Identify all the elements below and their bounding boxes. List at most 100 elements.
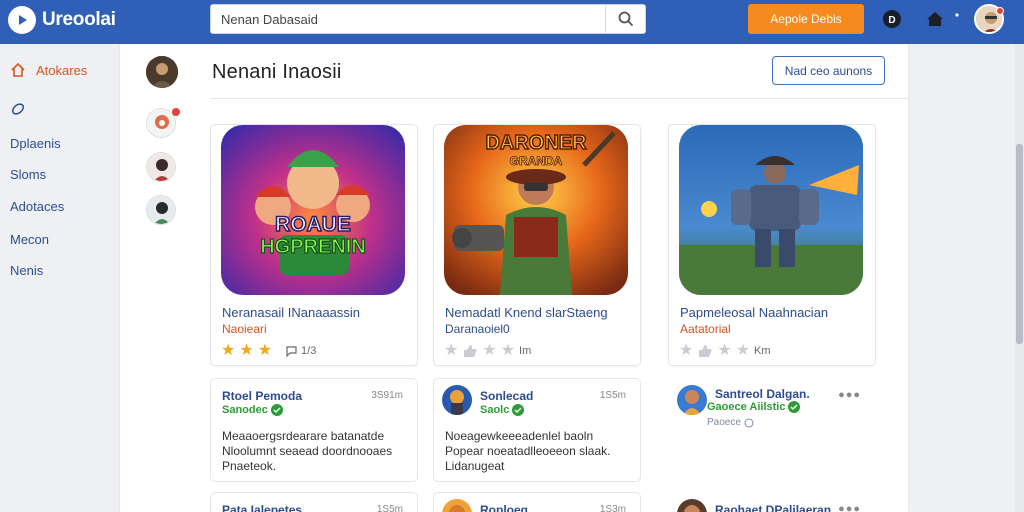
game-card[interactable]: DARONER GRANDA Nemadatl Knend slarStaeng… bbox=[433, 124, 641, 366]
review-time: 1S3m bbox=[599, 504, 626, 512]
reviewer-name[interactable]: Sonlecad bbox=[480, 389, 533, 403]
friend-avatar[interactable] bbox=[146, 152, 176, 182]
search-icon bbox=[618, 11, 633, 27]
game-rating: ★ ★ ★ 1/3 bbox=[221, 343, 316, 359]
more-options-icon[interactable]: ●●● bbox=[838, 503, 861, 512]
sidebar-item-compass[interactable] bbox=[10, 101, 26, 117]
left-sidebar: Atokares Dplaenis Sloms Adotaces Mecon N… bbox=[0, 44, 120, 512]
header-cta-button[interactable]: Aepole Debis bbox=[748, 4, 864, 34]
rating-count: 1/3 bbox=[301, 345, 317, 357]
reviewer-avatar[interactable] bbox=[677, 499, 707, 512]
friend-online-badge bbox=[172, 108, 180, 116]
search-box bbox=[210, 4, 646, 34]
review-status: Sanodec bbox=[222, 404, 283, 416]
play-logo-icon bbox=[8, 6, 36, 34]
reviewer-avatar[interactable] bbox=[442, 385, 472, 415]
rating-count: Km bbox=[754, 345, 771, 357]
star-icon: ★ bbox=[257, 342, 273, 359]
game-art-image[interactable]: DARONER GRANDA bbox=[444, 125, 628, 295]
notification-badge bbox=[996, 7, 1004, 15]
page-action-button[interactable]: Nad ceo aunons bbox=[772, 56, 885, 85]
svg-text:D: D bbox=[888, 15, 895, 26]
review-body: Meaaoergsrdearare batanatde Nloolumnt se… bbox=[222, 429, 393, 473]
game-art-image[interactable] bbox=[679, 125, 863, 295]
page-scrollbar[interactable] bbox=[1015, 44, 1024, 512]
compass-icon bbox=[11, 103, 25, 115]
game-card[interactable]: ROAUE HGPRENIN Neranasail INanaaassin Na… bbox=[210, 124, 418, 366]
reviewer-name[interactable]: Raohaet DPalilaeran bbox=[715, 503, 831, 512]
page-title: Nenani Inaosii bbox=[212, 61, 342, 83]
review-status: Gaoece Aiilstic bbox=[707, 401, 801, 413]
more-icon[interactable] bbox=[952, 8, 962, 30]
review-meta: Paoece bbox=[707, 417, 754, 428]
reviewer-name[interactable]: Rtoel Pemoda bbox=[222, 389, 302, 403]
friend-avatar[interactable] bbox=[146, 195, 176, 225]
star-icon: ★ bbox=[717, 342, 732, 359]
star-icon: ★ bbox=[482, 342, 497, 359]
top-bar: Ureoolai Aepole Debis D bbox=[0, 0, 1024, 44]
rating-count: Im bbox=[519, 345, 532, 357]
star-icon: ★ bbox=[239, 342, 254, 359]
home-icon[interactable] bbox=[924, 8, 946, 30]
thumb-icon bbox=[464, 345, 477, 357]
game-card[interactable]: Papmeleosal Naahnacian Aatatorial ★ ★ ★ … bbox=[668, 124, 876, 366]
sidebar-item-nenis[interactable]: Nenis bbox=[10, 263, 43, 278]
game-title[interactable]: Papmeleosal Naahnacian bbox=[680, 305, 828, 320]
reviewer-avatar[interactable] bbox=[442, 499, 472, 512]
review-time: 3S91m bbox=[371, 390, 403, 401]
review-time: 1S5m bbox=[376, 504, 403, 512]
home-outline-icon bbox=[11, 62, 25, 77]
game-title[interactable]: Nemadatl Knend slarStaeng bbox=[445, 305, 608, 320]
sidebar-item-displays[interactable]: Dplaenis bbox=[10, 136, 61, 151]
sidebar-item-mecon[interactable]: Mecon bbox=[10, 232, 49, 247]
svg-text:GRANDA: GRANDA bbox=[510, 154, 563, 168]
search-input[interactable] bbox=[211, 5, 607, 33]
search-button[interactable] bbox=[605, 5, 645, 33]
star-icon: ★ bbox=[500, 342, 516, 359]
thumb-icon bbox=[699, 345, 712, 357]
review-status: Saolc bbox=[480, 404, 525, 416]
reviewer-name[interactable]: Pata Ialepetes bbox=[222, 503, 302, 512]
game-subtitle: Daranaoiel0 bbox=[445, 322, 510, 336]
review-card[interactable]: Roploeg 1S3m bbox=[433, 492, 641, 512]
review-card[interactable]: Rtoel Pemoda 3S91m Sanodec Meaaoergsrdea… bbox=[210, 378, 418, 482]
reviewer-avatar[interactable] bbox=[677, 385, 707, 415]
svg-text:ROAUE: ROAUE bbox=[275, 213, 351, 236]
star-icon: ★ bbox=[444, 342, 459, 359]
review-card[interactable]: Raohaet DPalilaeran ●●● bbox=[668, 492, 876, 512]
review-body: Noeagewkeeeadenlel baoln Popear noeatadl… bbox=[445, 429, 611, 473]
brand-logo[interactable]: Ureoolai bbox=[8, 6, 116, 34]
sidebar-item-slots[interactable]: Sloms bbox=[10, 167, 46, 182]
verified-check-icon bbox=[512, 404, 525, 416]
scrollbar-thumb[interactable] bbox=[1016, 144, 1023, 344]
review-card[interactable]: Sonlecad 1S5m Saolc Noeagewkeeeadenlel b… bbox=[433, 378, 641, 482]
svg-text:HGPRENIN: HGPRENIN bbox=[260, 236, 366, 258]
brand-name: Ureoolai bbox=[42, 9, 116, 30]
game-rating: ★ ★ ★ Km bbox=[679, 343, 771, 359]
game-art-image[interactable]: ROAUE HGPRENIN bbox=[221, 125, 405, 295]
sidebar-item-home[interactable]: Atokares bbox=[10, 62, 87, 78]
review-card[interactable]: Pata Ialepetes 1S5m bbox=[210, 492, 418, 512]
star-icon: ★ bbox=[679, 342, 694, 359]
reviewer-name[interactable]: Santreol Dalgan. bbox=[715, 387, 810, 401]
more-options-icon[interactable]: ●●● bbox=[838, 389, 861, 401]
info-icon bbox=[744, 418, 754, 427]
game-subtitle: Aatatorial bbox=[680, 322, 731, 336]
comment-icon bbox=[286, 345, 297, 357]
star-icon: ★ bbox=[221, 342, 236, 359]
review-time: 1S5m bbox=[599, 390, 626, 401]
reviewer-name[interactable]: Roploeg bbox=[480, 503, 528, 512]
star-icon: ★ bbox=[735, 342, 751, 359]
svg-text:DARONER: DARONER bbox=[485, 132, 587, 154]
main-panel: Nenani Inaosii Nad ceo aunons ROAUE HGPR… bbox=[120, 44, 908, 512]
verified-check-icon bbox=[270, 404, 283, 416]
review-card[interactable]: Santreol Dalgan. ●●● Gaoece Aiilstic Pao… bbox=[668, 378, 876, 482]
header-divider bbox=[210, 98, 908, 99]
game-rating: ★ ★ ★ Im bbox=[444, 343, 531, 359]
game-title[interactable]: Neranasail INanaaassin bbox=[222, 305, 360, 320]
page-avatar[interactable] bbox=[146, 56, 178, 88]
sidebar-item-adotaces[interactable]: Adotaces bbox=[10, 199, 64, 214]
profile-badge-icon[interactable]: D bbox=[881, 8, 903, 30]
game-subtitle: Naoieari bbox=[222, 322, 267, 336]
verified-check-icon bbox=[788, 401, 801, 413]
